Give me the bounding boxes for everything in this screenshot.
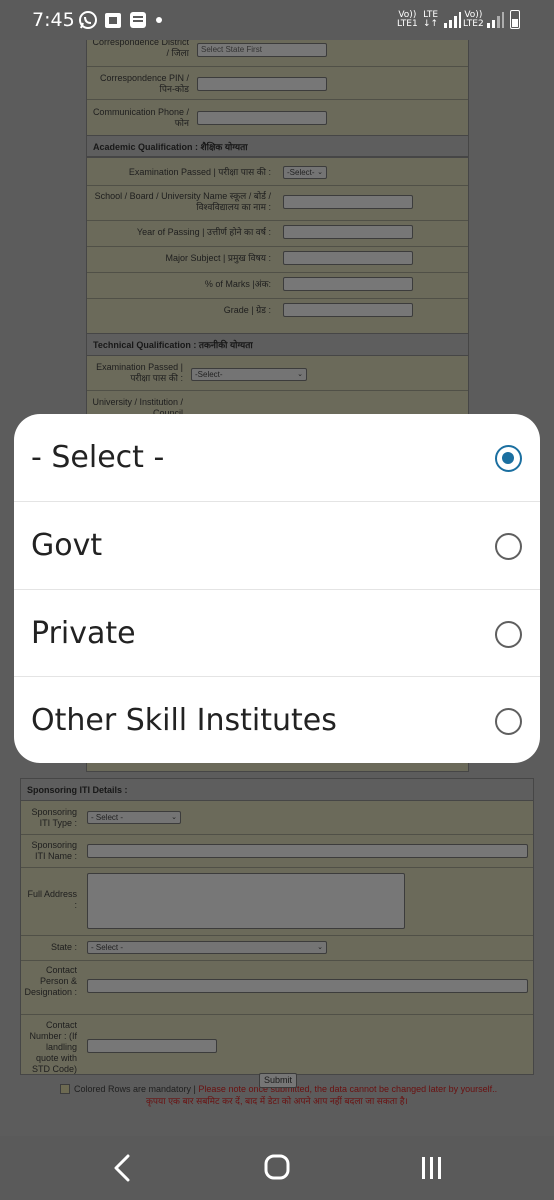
recents-icon[interactable] (412, 1150, 452, 1186)
home-icon[interactable] (257, 1150, 297, 1186)
correspondence-table: Correspondence District / जिला Select St… (86, 40, 469, 170)
option-label: - Select - (31, 440, 165, 475)
option-label: Private (31, 616, 136, 651)
sim1-network-type: LTE ↓↑ (423, 10, 439, 29)
notification-app-icon (105, 13, 121, 28)
whatsapp-icon (79, 11, 97, 29)
option-select[interactable]: - Select - (14, 414, 540, 501)
grade-input[interactable] (283, 303, 413, 317)
technical-heading: Technical Qualification : तकनीकी योग्यता (87, 334, 468, 356)
option-label: Other Skill Institutes (31, 703, 337, 738)
address-textarea[interactable] (87, 873, 405, 929)
academic-table: Examination Passed | परीक्षा पास की : -S… (86, 157, 469, 337)
battery-icon (510, 10, 520, 29)
technical-exam-select[interactable]: -Select- ⌄ (191, 368, 307, 381)
contact-person-label: Contact Person & Designation : (24, 965, 77, 997)
sponsoring-heading: Sponsoring ITI Details : (21, 779, 533, 801)
pin-input[interactable] (197, 77, 327, 91)
chevron-down-icon: ⌄ (317, 944, 323, 951)
chevron-down-icon: ⌄ (317, 169, 323, 176)
technical-table: Technical Qualification : तकनीकी योग्यता… (86, 333, 469, 423)
sim1-indicator: Vo)) LTE1 (397, 10, 418, 29)
radio-unselected-icon[interactable] (495, 533, 522, 560)
contact-person-input[interactable] (87, 979, 528, 993)
mandatory-legend-swatch (60, 1084, 70, 1094)
address-label: Full Address : (27, 889, 77, 910)
iti-name-input[interactable] (87, 844, 528, 858)
academic-exam-select[interactable]: -Select- ⌄ (283, 166, 327, 179)
status-time: 7:45 (32, 9, 75, 31)
contact-number-label: Contact Number : (If landling quote with… (29, 1020, 77, 1074)
iti-type-select[interactable]: - Select - ⌄ (87, 811, 181, 824)
option-label: Govt (31, 528, 103, 563)
back-icon[interactable] (102, 1150, 142, 1186)
warning-note: Please note once submitted, the data can… (198, 1084, 498, 1094)
subject-label: Major Subject | प्रमुख विषय : (165, 253, 272, 263)
state-select[interactable]: - Select - ⌄ (87, 941, 327, 954)
sponsoring-table: Sponsoring ITI Details : Sponsoring ITI … (20, 778, 534, 1075)
warning-note-hindi: कृपया एक बार सबमिट कर दें, बाद में डेटा … (146, 1096, 408, 1106)
academic-heading: Academic Qualification : शैक्षिक योग्यता (87, 135, 468, 157)
school-label: School / Board / University Name स्कूल /… (94, 191, 271, 212)
marks-label: % of Marks |अंक: (204, 279, 271, 289)
iti-name-label: Sponsoring ITI Name : (31, 840, 77, 861)
submit-button[interactable]: Submit (259, 1073, 297, 1088)
mandatory-note: Colored Rows are mandatory | Please note… (74, 1084, 498, 1094)
radio-unselected-icon[interactable] (495, 621, 522, 648)
phone-input[interactable] (197, 111, 327, 125)
district-select[interactable]: Select State First (197, 43, 327, 57)
radio-selected-icon[interactable] (495, 445, 522, 472)
chevron-down-icon: ⌄ (297, 371, 303, 378)
option-other-skill-institutes[interactable]: Other Skill Institutes (14, 676, 540, 763)
option-private[interactable]: Private (14, 589, 540, 676)
state-label: State : (50, 942, 77, 952)
navigation-bar (0, 1136, 554, 1200)
year-input[interactable] (283, 225, 413, 239)
year-label: Year of Passing | उत्तीर्ण होने का वर्ष … (136, 227, 271, 237)
district-label: Correspondence District / जिला (92, 40, 189, 58)
phone-label: Communication Phone / फोन (92, 107, 189, 128)
select-options-dialog: - Select - Govt Private Other Skill Inst… (14, 414, 540, 763)
radio-unselected-icon[interactable] (495, 708, 522, 735)
sim2-indicator: Vo)) LTE2 (463, 10, 484, 29)
marks-input[interactable] (283, 277, 413, 291)
option-govt[interactable]: Govt (14, 501, 540, 588)
chevron-down-icon: ⌄ (171, 814, 177, 821)
signal-icon (444, 12, 461, 28)
school-input[interactable] (283, 195, 413, 209)
academic-exam-label: Examination Passed | परीक्षा पास की : (128, 167, 271, 177)
signal-icon-sim2 (487, 12, 504, 28)
news-app-icon (130, 12, 146, 28)
subject-input[interactable] (283, 251, 413, 265)
contact-number-input[interactable] (87, 1039, 217, 1053)
more-notifications-dot (156, 17, 162, 23)
pin-label: Correspondence PIN / पिन-कोड (99, 73, 189, 94)
status-bar: 7:45 Vo)) LTE1 LTE ↓↑ Vo)) LTE2 (0, 0, 554, 40)
grade-label: Grade | ग्रेड : (223, 305, 271, 315)
iti-type-label: Sponsoring ITI Type : (31, 807, 77, 828)
technical-exam-label: Examination Passed | परीक्षा पास की : (96, 362, 183, 383)
